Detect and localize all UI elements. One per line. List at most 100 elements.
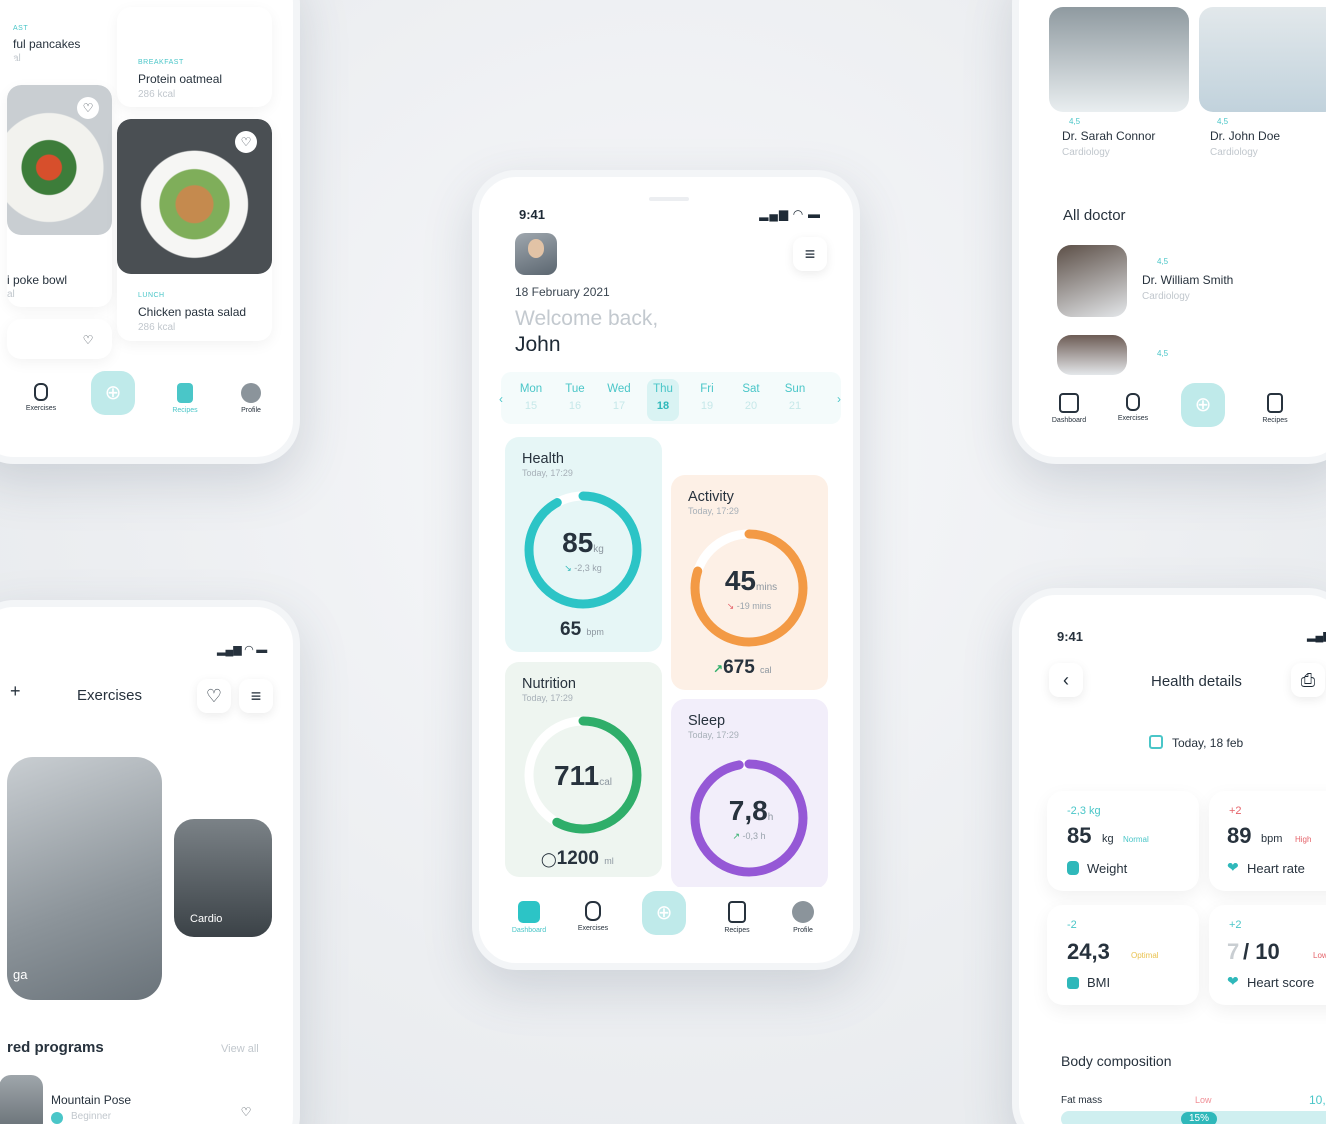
heart-icon[interactable]: ♡ <box>77 329 99 351</box>
fat-mass-bar: 15% <box>1061 1111 1326 1124</box>
metric-label: Heart rate <box>1247 861 1305 876</box>
food-card-oatmeal[interactable]: BREAKFAST Protein oatmeal 286 kcal <box>117 7 272 107</box>
day-number: 20 <box>744 400 758 412</box>
nav-exercises[interactable]: Exercises <box>1111 393 1155 422</box>
heart-icon[interactable]: ♡ <box>235 131 257 153</box>
card-title: Nutrition <box>522 676 576 692</box>
add-icon[interactable]: + <box>10 681 21 702</box>
rating-star: 4,5 <box>1217 117 1229 126</box>
food-card-pancakes[interactable]: AST ful pancakes al <box>13 0 128 67</box>
menu-button[interactable]: ≡ <box>793 237 827 271</box>
delta-text: -2,3 kg <box>574 563 602 573</box>
dashboard-icon <box>518 901 540 923</box>
nav-exercises[interactable]: Exercises <box>571 901 615 932</box>
health-card[interactable]: Health Today, 17:29 85kg ↘ -2,3 kg 65 bp… <box>505 437 662 652</box>
value-text: 85 <box>562 527 594 558</box>
doctor-avatar <box>1057 335 1127 375</box>
metric-label: BMI <box>1087 975 1111 990</box>
rating-star: 4,5 <box>1157 349 1169 358</box>
heart-icon[interactable]: ♡ <box>77 97 99 119</box>
card-time: Today, 17:29 <box>688 506 739 516</box>
status-time: 9:41 <box>519 207 546 222</box>
nav-label: Profile <box>793 927 813 934</box>
day-label: Sun <box>784 383 806 395</box>
nutrition-value: 711cal <box>533 760 633 792</box>
health-details-phone: 9:41 ▂▄▆ ‹ Health details ⎙ Today, 18 fe… <box>1012 588 1326 1124</box>
day-fri[interactable]: Fri 19 <box>691 379 723 421</box>
activity-value: 45mins <box>701 565 801 597</box>
yoga-label: ga <box>13 967 28 982</box>
favorite-button[interactable]: ♡ <box>197 679 231 713</box>
nav-dashboard[interactable]: Dashboard <box>1047 393 1091 424</box>
metric-status: High <box>1295 835 1312 844</box>
nav-dashboard[interactable]: Dashboard <box>507 901 551 934</box>
dashboard-icon <box>1059 393 1079 413</box>
doctor-photo <box>1049 7 1189 112</box>
body-composition-title: Body composition <box>1061 1053 1172 1069</box>
trend-up-icon: ↗ <box>732 831 743 841</box>
day-sun[interactable]: Sun 21 <box>779 379 811 421</box>
doctor-name[interactable]: Dr. Sarah Connor <box>1062 129 1155 143</box>
program-name[interactable]: Mountain Pose <box>51 1093 131 1107</box>
user-avatar[interactable] <box>515 233 557 275</box>
food-card-poke[interactable]: ♡ i poke bowl al <box>7 85 112 307</box>
nav-recipes[interactable]: Recipes <box>1253 393 1297 424</box>
unit-text: cal <box>599 777 612 788</box>
chevron-left-icon[interactable]: ‹ <box>499 392 503 406</box>
cardio-card[interactable]: Cardio <box>174 819 272 937</box>
nav-label: Dashboard <box>1051 417 1087 424</box>
nutrition-card[interactable]: Nutrition Today, 17:29 711cal ◯1200 ml <box>505 662 662 877</box>
trend-down-icon: ↘ <box>726 601 737 611</box>
bmi-card[interactable]: -2 24,3 Optimal BMI <box>1047 905 1199 1005</box>
heart-rate-card[interactable]: +2 89 bpm High ❤ Heart rate <box>1209 791 1326 891</box>
card-time: Today, 17:29 <box>522 693 573 703</box>
view-all-link[interactable]: View all <box>221 1043 259 1055</box>
day-number: 16 <box>568 400 582 412</box>
bottom-nav: Dashboard Exercises ⊕ Recipes Profile <box>479 887 853 951</box>
print-button[interactable]: ⎙ <box>1291 663 1325 697</box>
trend-down-icon: ↘ <box>564 563 575 573</box>
food-card-partial[interactable]: ♡ <box>7 319 112 359</box>
yoga-card[interactable]: ga <box>7 757 162 1000</box>
nav-profile[interactable]: Profile <box>229 383 273 414</box>
metric-label: Heart score <box>1247 975 1315 990</box>
weight-icon <box>1067 861 1079 875</box>
rating-star: 4,5 <box>1069 117 1081 126</box>
nav-recipes[interactable]: Recipes <box>715 901 759 934</box>
heart-icon[interactable]: ♡ <box>235 1101 257 1123</box>
signal-icons: ▂▄▆ ◠ ▬ <box>217 644 268 656</box>
day-thu[interactable]: Thu 18 <box>647 379 679 421</box>
doctor-photo <box>1199 7 1326 112</box>
day-wed[interactable]: Wed 17 <box>603 379 635 421</box>
doctor-name[interactable]: Dr. John Doe <box>1210 129 1280 143</box>
nav-label: Recipes <box>724 927 750 934</box>
activity-card[interactable]: Activity Today, 17:29 45mins ↘ -19 mins … <box>671 475 828 690</box>
all-doctor-title: All doctor <box>1063 207 1126 224</box>
heart-score-card[interactable]: +2 7 / 10 Low ❤ Heart score <box>1209 905 1326 1005</box>
day-mon[interactable]: Mon 15 <box>515 379 547 421</box>
sleep-card[interactable]: Sleep Today, 17:29 7,8h ↗ -0,3 h <box>671 699 828 889</box>
nav-exercises[interactable]: Exercises <box>19 383 63 412</box>
back-button[interactable]: ‹ <box>1049 663 1083 697</box>
unit-text: kg <box>593 544 604 555</box>
kettlebell-icon <box>1126 393 1140 411</box>
day-label: Tue <box>565 383 585 395</box>
doctor-name[interactable]: Dr. William Smith <box>1142 273 1233 287</box>
weight-card[interactable]: -2,3 kg 85 kg Normal Weight <box>1047 791 1199 891</box>
metric-status: Optimal <box>1131 951 1159 960</box>
nav-recipes[interactable]: Recipes <box>163 383 207 414</box>
menu-button[interactable]: ≡ <box>239 679 273 713</box>
day-tue[interactable]: Tue 16 <box>559 379 591 421</box>
nav-label: Recipes <box>172 407 198 414</box>
metric-delta: +2 <box>1229 805 1242 817</box>
health-details-title: Health details <box>1151 673 1242 690</box>
day-sat[interactable]: Sat 20 <box>735 379 767 421</box>
add-button[interactable]: ⊕ <box>91 371 135 415</box>
chevron-right-icon[interactable]: › <box>837 392 841 406</box>
add-button[interactable]: ⊕ <box>1181 383 1225 427</box>
add-button[interactable]: ⊕ <box>642 891 686 935</box>
day-label: Mon <box>519 383 543 395</box>
programs-title: red programs <box>7 1039 104 1056</box>
food-card-pasta-salad[interactable]: ♡ LUNCH Chicken pasta salad 286 kcal <box>117 119 272 341</box>
nav-profile[interactable]: Profile <box>781 901 825 934</box>
